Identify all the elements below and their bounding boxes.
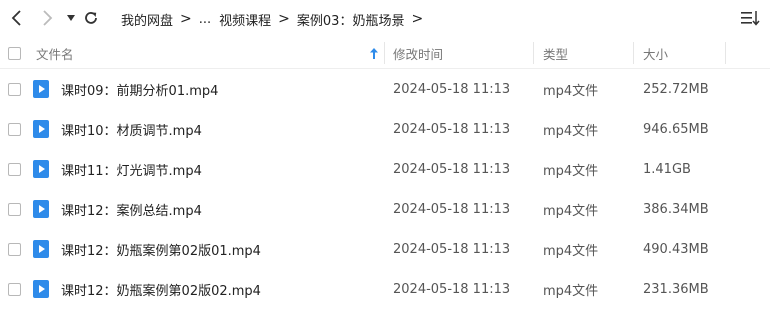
file-modified: 2024-05-18 11:13: [393, 201, 511, 217]
file-size: 490.43MB: [643, 241, 709, 257]
file-modified: 2024-05-18 11:13: [393, 161, 511, 177]
file-modified: 2024-05-18 11:13: [393, 281, 511, 297]
video-file-icon: [33, 200, 49, 218]
table-row[interactable]: 课时12：奶瓶案例第02版02.mp4 2024-05-18 11:13 mp4…: [0, 269, 770, 309]
row-checkbox[interactable]: [8, 203, 21, 216]
video-file-icon: [33, 280, 49, 298]
breadcrumb-expand-icon[interactable]: >: [411, 11, 423, 27]
column-header-modified[interactable]: 修改时间: [393, 38, 443, 68]
table-row[interactable]: 课时12：奶瓶案例第02版01.mp4 2024-05-18 11:13 mp4…: [0, 229, 770, 269]
breadcrumb-separator-icon: >: [180, 11, 192, 27]
file-name[interactable]: 课时12：奶瓶案例第02版02.mp4: [61, 269, 261, 309]
file-type: mp4文件: [543, 203, 599, 219]
row-checkbox[interactable]: [8, 83, 21, 96]
file-size: 1.41GB: [643, 161, 691, 177]
breadcrumb-item-video-courses[interactable]: 视频课程: [219, 10, 271, 29]
file-list: 课时09：前期分析01.mp4 2024-05-18 11:13 mp4文件 2…: [0, 69, 770, 309]
file-size: 231.36MB: [643, 281, 709, 297]
list-view-icon: [741, 11, 760, 26]
file-size: 386.34MB: [643, 201, 709, 217]
row-checkbox[interactable]: [8, 163, 21, 176]
sort-ascending-icon[interactable]: [370, 48, 378, 59]
video-file-icon: [33, 160, 49, 178]
view-mode-button[interactable]: [740, 9, 760, 27]
dropdown-caret-icon: [67, 15, 75, 21]
file-modified: 2024-05-18 11:13: [393, 81, 511, 97]
breadcrumb-item-my-drive[interactable]: 我的网盘: [121, 10, 173, 29]
video-file-icon: [33, 120, 49, 138]
back-button[interactable]: [6, 7, 28, 29]
file-name[interactable]: 课时10：材质调节.mp4: [61, 109, 202, 149]
breadcrumb-separator-icon: >: [278, 11, 290, 27]
table-row[interactable]: 课时10：材质调节.mp4 2024-05-18 11:13 mp4文件 946…: [0, 109, 770, 149]
forward-arrow-icon: [43, 10, 53, 26]
file-type: mp4文件: [543, 243, 599, 259]
table-row[interactable]: 课时11：灯光调节.mp4 2024-05-18 11:13 mp4文件 1.4…: [0, 149, 770, 189]
file-name[interactable]: 课时11：灯光调节.mp4: [61, 149, 202, 189]
refresh-button[interactable]: [80, 7, 102, 29]
refresh-icon: [85, 12, 97, 24]
video-file-icon: [33, 80, 49, 98]
select-all-checkbox[interactable]: [8, 47, 21, 60]
file-modified: 2024-05-18 11:13: [393, 241, 511, 257]
column-header-name[interactable]: 文件名: [36, 38, 74, 68]
file-modified: 2024-05-18 11:13: [393, 121, 511, 137]
file-name[interactable]: 课时09：前期分析01.mp4: [61, 69, 218, 109]
table-row[interactable]: 课时12：案例总结.mp4 2024-05-18 11:13 mp4文件 386…: [0, 189, 770, 229]
row-checkbox[interactable]: [8, 123, 21, 136]
column-divider[interactable]: [725, 42, 726, 64]
file-size: 946.65MB: [643, 121, 709, 137]
column-header-size[interactable]: 大小: [643, 38, 668, 68]
file-type: mp4文件: [543, 123, 599, 139]
file-list-header: 文件名 修改时间 类型 大小: [0, 38, 770, 69]
table-row[interactable]: 课时09：前期分析01.mp4 2024-05-18 11:13 mp4文件 2…: [0, 69, 770, 109]
column-divider[interactable]: [633, 42, 634, 64]
file-type: mp4文件: [543, 163, 599, 179]
breadcrumb-item-current-folder[interactable]: 案例03：奶瓶场景: [297, 10, 405, 29]
row-checkbox[interactable]: [8, 283, 21, 296]
file-type: mp4文件: [543, 83, 599, 99]
video-file-icon: [33, 240, 49, 258]
row-checkbox[interactable]: [8, 243, 21, 256]
breadcrumb: 我的网盘 > ... 视频课程 > 案例03：奶瓶场景 >: [121, 0, 430, 38]
file-name[interactable]: 课时12：奶瓶案例第02版01.mp4: [61, 229, 261, 269]
file-type: mp4文件: [543, 283, 599, 299]
toolbar: 我的网盘 > ... 视频课程 > 案例03：奶瓶场景 >: [0, 0, 770, 38]
file-name[interactable]: 课时12：案例总结.mp4: [61, 189, 202, 229]
column-divider[interactable]: [384, 42, 385, 64]
back-arrow-icon: [11, 10, 21, 26]
file-size: 252.72MB: [643, 81, 709, 97]
column-divider[interactable]: [533, 42, 534, 64]
history-dropdown-button[interactable]: [60, 7, 82, 29]
forward-button[interactable]: [36, 7, 58, 29]
column-header-type[interactable]: 类型: [543, 38, 568, 68]
breadcrumb-ellipsis[interactable]: ...: [199, 12, 211, 27]
